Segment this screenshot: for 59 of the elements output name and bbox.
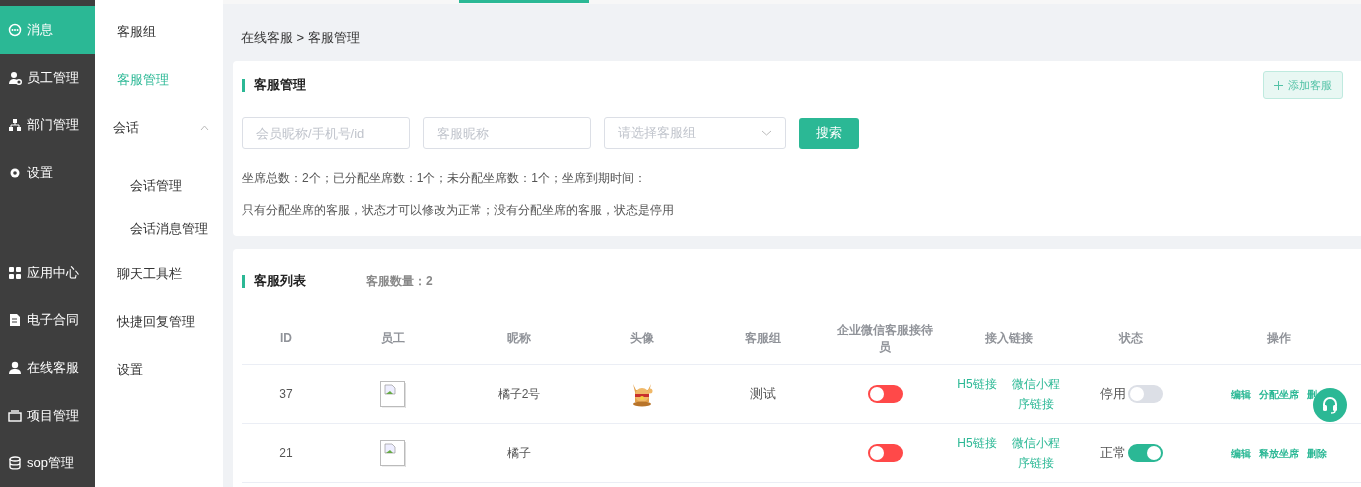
chat-bubble-icon — [8, 22, 22, 37]
panel-title: 客服列表 — [254, 272, 307, 291]
chevron-icon — [761, 130, 772, 136]
person-icon — [8, 360, 22, 375]
grid-icon — [8, 265, 22, 280]
info-text: 只有分配坐席的客服，状态才可以修改为正常；没有分配坐席的客服，状态是停用 — [242, 202, 675, 219]
org-chart-icon — [8, 118, 22, 133]
submenu-item[interactable]: 快捷回复管理 — [95, 298, 223, 346]
search-field[interactable]: 会员昵称/手机号/id — [242, 117, 410, 149]
broken-image-icon — [380, 439, 406, 467]
search-field[interactable]: 客服昵称 — [423, 117, 591, 149]
document-icon — [8, 313, 22, 328]
nav-item[interactable]: 电子合同 — [0, 296, 95, 345]
count-label: 客服数量：2 — [366, 273, 433, 290]
nav-item[interactable]: 部门管理 — [0, 101, 95, 149]
column-header: ID — [279, 330, 293, 347]
toggle-switch[interactable] — [867, 385, 903, 403]
title-accent — [242, 78, 245, 92]
nav-item[interactable]: 项目管理 — [0, 391, 95, 440]
submenu-item[interactable]: 会话管理 — [95, 164, 223, 207]
user-icon — [8, 70, 22, 85]
broken-image-icon — [380, 380, 406, 408]
chevron-icon — [200, 125, 209, 131]
panel-title: 客服管理 — [254, 76, 306, 95]
nav-item[interactable]: 设置 — [0, 149, 95, 197]
column-header: 接入链接 — [984, 330, 1034, 347]
column-header: 客服组 — [744, 330, 782, 347]
nav-item[interactable]: 应用中心 — [0, 248, 95, 297]
submenu-item[interactable]: 会话消息管理 — [95, 207, 223, 250]
column-header: 企业微信客服接待员 — [836, 321, 934, 356]
column-header: 状态 — [1117, 330, 1144, 347]
nav-item[interactable]: 在线客服 — [0, 344, 95, 392]
database-icon — [8, 456, 22, 471]
column-header: 昵称 — [506, 330, 532, 347]
nav-item[interactable]: sop管理 — [0, 439, 95, 487]
info-text: 坐席总数：2个；已分配坐席数：1个；未分配坐席数：1个；坐席到期时间： — [242, 170, 648, 187]
submenu-item[interactable]: 聊天工具栏 — [95, 250, 223, 298]
table-cell-text: 橘子 — [507, 445, 531, 462]
column-header: 员工 — [380, 330, 406, 347]
headset-icon — [1321, 396, 1339, 414]
status-label: 停用 — [1099, 385, 1126, 404]
column-header: 操作 — [1266, 330, 1292, 347]
table-cell-text: 测试 — [750, 385, 776, 404]
toggle-switch[interactable] — [1127, 444, 1163, 462]
tray-icon — [8, 408, 22, 423]
status-label: 正常 — [1099, 444, 1126, 463]
table-cell-text: 橘子2号 — [497, 386, 541, 403]
breadcrumb: 在线客服 > 客服管理 — [241, 30, 360, 45]
submenu-item[interactable]: 设置 — [95, 346, 223, 394]
toggle-switch[interactable] — [1127, 385, 1163, 403]
plus-icon — [1274, 80, 1283, 90]
column-header: 头像 — [628, 330, 655, 347]
submenu-item[interactable]: 客服组 — [95, 8, 223, 56]
title-accent — [242, 274, 245, 288]
table-cell-text: 21 — [279, 445, 293, 462]
table-cell-text: 37 — [279, 386, 293, 403]
toggle-switch[interactable] — [867, 444, 903, 462]
nav-item[interactable]: 员工管理 — [0, 53, 95, 102]
submenu-item[interactable]: 会话 — [95, 104, 223, 152]
